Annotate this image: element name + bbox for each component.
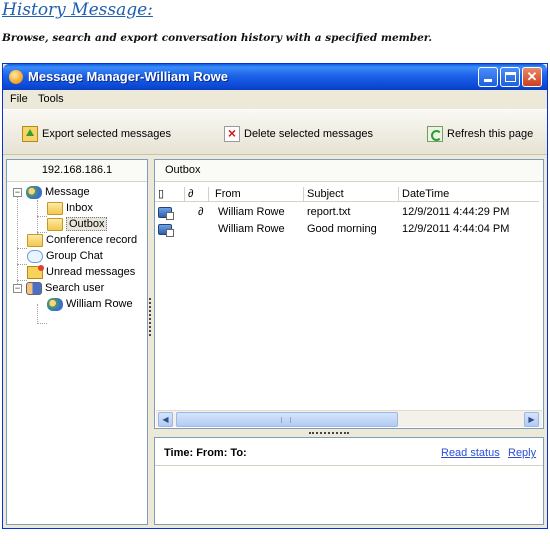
minimize-button[interactable] [478, 67, 498, 87]
tree-label: Outbox [66, 217, 108, 231]
search-user-icon [26, 281, 42, 295]
title-bar[interactable]: Message Manager-William Rowe ✕ [3, 64, 547, 90]
message-manager-window: Message Manager-William Rowe ✕ File Tool… [2, 63, 548, 529]
tree-item-conference-record[interactable]: Conference record [27, 233, 137, 247]
tree-guide [37, 304, 38, 324]
chat-bubble-icon [27, 249, 43, 263]
tree-item-unread-messages[interactable]: Unread messages [27, 264, 136, 279]
table-row[interactable]: ∂ William Rowe report.txt 12/9/2011 4:44… [155, 205, 539, 221]
refresh-label: Refresh this page [447, 128, 534, 140]
collapse-toggle[interactable]: − [13, 284, 22, 293]
collapse-toggle[interactable]: − [13, 188, 22, 197]
cell-from: William Rowe [218, 223, 285, 235]
export-button[interactable]: Export selected messages [22, 124, 171, 144]
tree-label: Unread messages [46, 266, 136, 278]
refresh-icon [427, 126, 443, 142]
message-list-pane: Outbox ▯ ∂ From Subject DateTime ∂ Willi… [154, 159, 544, 429]
export-label: Export selected messages [42, 128, 172, 140]
cell-subject: report.txt [307, 206, 351, 218]
column-type[interactable]: ▯ [155, 187, 185, 201]
tree-guide [37, 323, 47, 324]
server-address: 192.168.186.1 [7, 160, 147, 182]
user-icon [47, 297, 63, 311]
delete-button[interactable]: × Delete selected messages [224, 124, 373, 144]
tree-item-inbox[interactable]: Inbox [47, 201, 93, 215]
column-from[interactable]: From [212, 187, 304, 201]
attachment-icon: ∂ [198, 206, 204, 218]
reply-link[interactable]: Reply [508, 447, 536, 459]
folder-icon [47, 201, 63, 215]
detail-header: Time: From: To: Read status Reply [155, 438, 543, 466]
folder-open-icon [47, 217, 63, 231]
horizontal-splitter[interactable] [309, 432, 349, 435]
minimize-icon [484, 79, 492, 82]
tree-item-search-user[interactable]: Search user [26, 281, 104, 295]
window-title: Message Manager-William Rowe [28, 69, 228, 84]
menu-tools[interactable]: Tools [38, 93, 64, 105]
cell-from: William Rowe [218, 206, 285, 218]
column-datetime[interactable]: DateTime [399, 187, 539, 201]
tree-item-user[interactable]: William Rowe [47, 297, 133, 311]
tree-guide [17, 248, 27, 249]
tree-guide [17, 264, 27, 265]
read-status-link[interactable]: Read status [441, 447, 500, 459]
message-icon [26, 185, 42, 199]
tree-guide [17, 192, 18, 292]
tree-label: Message [45, 186, 90, 198]
unread-icon [27, 264, 44, 279]
scroll-right-button[interactable]: ▶ [524, 412, 539, 427]
menu-file[interactable]: File [10, 93, 28, 105]
message-detail-pane: Time: From: To: Read status Reply [154, 437, 544, 525]
tree-item-message[interactable]: Message [26, 185, 90, 199]
message-icon [158, 207, 174, 220]
close-icon: ✕ [526, 69, 538, 84]
delete-label: Delete selected messages [244, 128, 374, 140]
detail-label: Time: From: To: [164, 447, 247, 459]
cell-datetime: 12/9/2011 4:44:04 PM [402, 223, 510, 235]
horizontal-scrollbar[interactable]: ◀ ▶ [156, 410, 542, 427]
tree-guide [37, 216, 47, 217]
tree-item-outbox[interactable]: Outbox [47, 217, 108, 231]
tree-item-group-chat[interactable]: Group Chat [27, 249, 103, 263]
scroll-thumb[interactable] [176, 412, 398, 427]
tree-label: Inbox [66, 202, 93, 214]
folder-pane: 192.168.186.1 − Message Inbox Outbox Con… [6, 159, 148, 525]
folder-icon [27, 233, 43, 247]
table-row[interactable]: William Rowe Good morning 12/9/2011 4:44… [155, 222, 539, 238]
toolbar: Export selected messages × Delete select… [3, 109, 547, 155]
maximize-button[interactable] [500, 67, 520, 87]
close-button[interactable]: ✕ [522, 67, 542, 87]
cell-subject: Good morning [307, 223, 377, 235]
app-icon [9, 70, 23, 84]
column-attachment[interactable]: ∂ [185, 187, 209, 201]
refresh-button[interactable]: Refresh this page [427, 124, 533, 144]
column-headers: ▯ ∂ From Subject DateTime [155, 186, 539, 202]
export-icon [22, 126, 38, 142]
tree-label: Group Chat [46, 250, 103, 262]
doc-subtitle: Browse, search and export conversation h… [2, 32, 432, 44]
scroll-left-button[interactable]: ◀ [158, 412, 173, 427]
tree-label: Search user [45, 282, 105, 294]
message-icon [158, 224, 174, 237]
folder-title: Outbox [155, 160, 543, 182]
delete-icon: × [224, 126, 240, 142]
menu-bar: File Tools [3, 90, 547, 109]
tree-label: William Rowe [66, 298, 133, 310]
vertical-splitter[interactable] [149, 298, 152, 336]
maximize-icon [505, 72, 516, 82]
cell-datetime: 12/9/2011 4:44:29 PM [402, 206, 510, 218]
doc-title: History Message: [2, 0, 153, 20]
column-subject[interactable]: Subject [304, 187, 399, 201]
tree-label: Conference record [46, 234, 138, 246]
